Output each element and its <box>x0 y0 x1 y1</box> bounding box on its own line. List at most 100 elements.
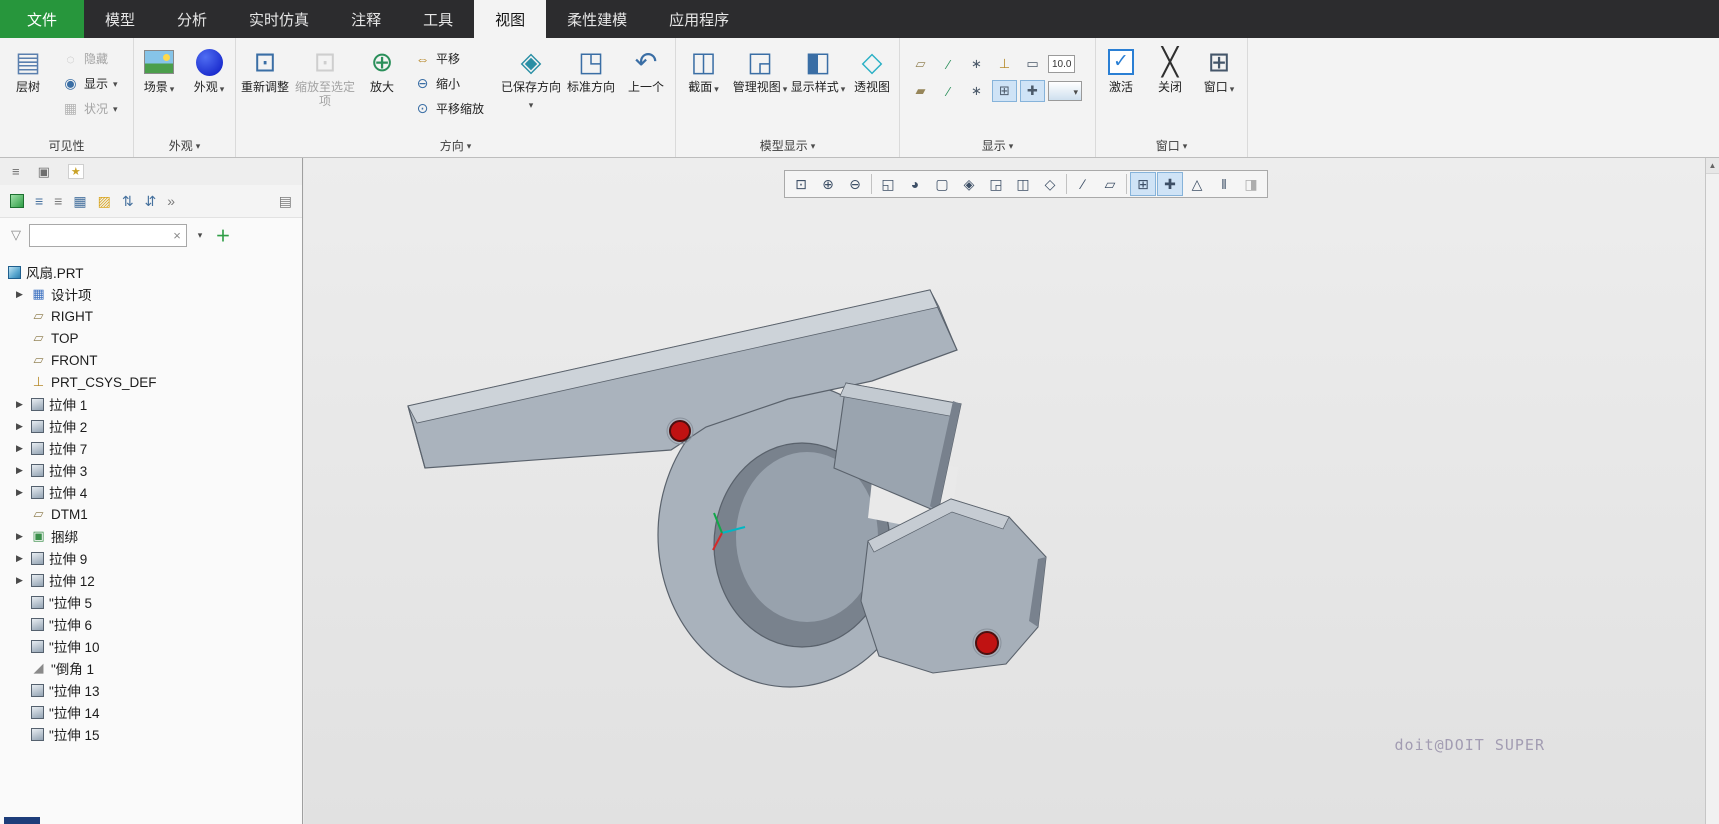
windows-button[interactable]: ⊞ 窗口 ▾ <box>1194 41 1244 96</box>
tree-item-extrude-13[interactable]: "拉伸 13 <box>0 679 302 701</box>
tolerance-value-box[interactable]: 10.0 <box>1048 55 1075 73</box>
document-icon[interactable]: ▤ <box>279 193 292 210</box>
close-window-button[interactable]: ╳ 关闭 <box>1146 41 1194 94</box>
datum-point-display-toggle[interactable]: ∗ <box>964 53 989 75</box>
tree-filter-input[interactable] <box>30 228 168 242</box>
plane-tag-display-toggle[interactable]: ▰ <box>908 80 933 102</box>
expand-arrow-icon[interactable]: ▶ <box>16 575 26 586</box>
add-filter-button[interactable]: ＋ <box>213 225 233 246</box>
hide-button[interactable]: ◌ 隐藏 <box>62 50 118 67</box>
tree-list-alt-icon[interactable]: ≡ <box>54 193 62 209</box>
expand-arrow-icon[interactable]: ▶ <box>16 443 26 454</box>
datum-axis-display-toggle[interactable]: ∕ <box>936 53 961 75</box>
spin-center-toggle[interactable]: ✚ <box>1020 80 1045 102</box>
favorites-icon[interactable]: ★ <box>68 164 84 179</box>
appearance-button[interactable]: 外观 ▾ <box>184 41 234 96</box>
show-tree-toggle-icon[interactable]: ⊞ <box>1130 172 1156 196</box>
tab-flexible-modeling[interactable]: 柔性建模 <box>546 0 648 38</box>
sort-ascending-icon[interactable]: ⇅ <box>122 193 134 210</box>
zoom-out-icon[interactable]: ⊖ <box>842 172 868 196</box>
perspective-icon[interactable]: ◇ <box>1037 172 1063 196</box>
tree-item-front-plane[interactable]: ▱ FRONT <box>0 349 302 371</box>
tab-model[interactable]: 模型 <box>84 0 156 38</box>
previous-view-button[interactable]: ↶ 上一个 <box>620 41 672 94</box>
pause-icon[interactable]: ‖ <box>1211 172 1237 196</box>
display-style-button[interactable]: ◧ 显示样式 ▾ <box>789 41 847 96</box>
tree-display-options-icon[interactable]: ≡ <box>12 164 20 179</box>
orientation-footer[interactable]: 方向 ▾ <box>236 133 675 157</box>
graphics-area[interactable]: ⊡ ⊕ ⊖ ◱ ◕ ▢ ◈ ◲ ◫ ◇ ∕ ▱ ⊞ ✚ △ ‖ ◨ doit@D… <box>304 158 1705 824</box>
scroll-up-icon[interactable]: ▲ <box>1706 158 1719 174</box>
annotation-display-toggle[interactable]: ▭ <box>1020 53 1045 75</box>
tree-list-icon[interactable]: ≡ <box>35 193 43 209</box>
tree-item-extrude-1[interactable]: ▶ 拉伸 1 <box>0 393 302 415</box>
tree-item-extrude-7[interactable]: ▶ 拉伸 7 <box>0 437 302 459</box>
last-view-icon[interactable]: ◨ <box>1238 172 1264 196</box>
filter-dropdown-icon[interactable]: ▾ <box>192 230 208 241</box>
sort-descending-icon[interactable]: ⇵ <box>145 193 157 210</box>
pan-button[interactable]: ⇔ 平移 <box>414 50 494 67</box>
expand-arrow-icon[interactable]: ▶ <box>16 399 26 410</box>
tree-item-part-root[interactable]: 风扇.PRT <box>0 261 302 283</box>
view-manager-icon[interactable]: ◲ <box>983 172 1009 196</box>
expand-arrow-icon[interactable]: ▶ <box>16 487 26 498</box>
refit-button[interactable]: ⊡ 重新调整 <box>236 41 294 94</box>
tab-applications[interactable]: 应用程序 <box>648 0 750 38</box>
perspective-button[interactable]: ◇ 透视图 <box>847 41 897 94</box>
display-style-icon[interactable]: ▢ <box>929 172 955 196</box>
tree-item-extrude-10[interactable]: "拉伸 10 <box>0 635 302 657</box>
zoom-to-selected-button[interactable]: ⊡ 缩放至选定项 <box>294 41 356 108</box>
tree-item-extrude-3[interactable]: ▶ 拉伸 3 <box>0 459 302 481</box>
tree-item-csys[interactable]: ⊥ PRT_CSYS_DEF <box>0 371 302 393</box>
overflow-chevron-icon[interactable]: » <box>167 193 175 209</box>
annotation-display-icon[interactable]: ▱ <box>1097 172 1123 196</box>
tree-item-chamfer-1[interactable]: ◢ "倒角 1 <box>0 657 302 679</box>
zoom-in-icon[interactable]: ⊕ <box>815 172 841 196</box>
manage-views-button[interactable]: ◲ 管理视图 ▾ <box>731 41 789 96</box>
zoom-region-icon[interactable]: ⊡ <box>788 172 814 196</box>
tab-analysis[interactable]: 分析 <box>156 0 228 38</box>
section-button[interactable]: ◫ 截面 ▾ <box>676 41 731 96</box>
standard-orientation-button[interactable]: ◳ 标准方向 <box>562 41 620 94</box>
tree-item-partial[interactable] <box>4 817 40 824</box>
window-footer[interactable]: 窗口 ▾ <box>1096 133 1247 157</box>
part-mode-icon[interactable] <box>10 194 24 208</box>
tree-item-design-items[interactable]: ▶ ▦ 设计项 <box>0 283 302 305</box>
tree-item-extrude-15[interactable]: "拉伸 15 <box>0 723 302 745</box>
model-display-footer[interactable]: 模型显示 ▾ <box>676 133 899 157</box>
tree-item-extrude-6[interactable]: "拉伸 6 <box>0 613 302 635</box>
clear-filter-icon[interactable]: × <box>168 228 186 243</box>
edge-color-dropdown[interactable]: ▾ <box>1048 81 1082 101</box>
expand-arrow-icon[interactable]: ▶ <box>16 289 26 300</box>
datum-csys-display-toggle[interactable]: ⊥ <box>992 53 1017 75</box>
status-button[interactable]: ▦ 状况 ▾ <box>62 100 118 117</box>
saved-orientations-button[interactable]: ◈ 已保存方向 ▾ <box>500 41 562 112</box>
expand-arrow-icon[interactable]: ▶ <box>16 531 26 542</box>
zoom-in-button[interactable]: ⊕ 放大 <box>356 41 408 94</box>
expand-arrow-icon[interactable]: ▶ <box>16 421 26 432</box>
tree-item-dtm1[interactable]: ▱ DTM1 <box>0 503 302 525</box>
show-footer[interactable]: 显示 ▾ <box>900 133 1095 157</box>
spin-center-toggle-icon[interactable]: ✚ <box>1157 172 1183 196</box>
saved-orientations-icon[interactable]: ◈ <box>956 172 982 196</box>
point-tag-display-toggle[interactable]: ∗ <box>964 80 989 102</box>
expand-arrow-icon[interactable]: ▶ <box>16 553 26 564</box>
pan-zoom-button[interactable]: ⊙ 平移缩放 <box>414 100 494 117</box>
tab-file[interactable]: 文件 <box>0 0 84 38</box>
zoom-out-button[interactable]: ⊖ 缩小 <box>414 75 494 92</box>
layer-tree-button[interactable]: ▤ 层树 <box>0 41 56 94</box>
tree-item-extrude-14[interactable]: "拉伸 14 <box>0 701 302 723</box>
folder-browser-icon[interactable]: ▨ <box>98 193 111 210</box>
datum-display-filter-icon[interactable]: ∕ <box>1070 172 1096 196</box>
tab-view[interactable]: 视图 <box>474 0 546 38</box>
scene-button[interactable]: 场景 ▾ <box>134 41 184 96</box>
tree-item-extrude-4[interactable]: ▶ 拉伸 4 <box>0 481 302 503</box>
section-icon[interactable]: ◫ <box>1010 172 1036 196</box>
appearance-footer[interactable]: 外观 ▾ <box>134 133 235 157</box>
tab-tools[interactable]: 工具 <box>402 0 474 38</box>
tree-columns-icon[interactable]: ▦ <box>73 193 86 210</box>
model-3d-view[interactable] <box>304 158 1705 824</box>
tab-live-simulation[interactable]: 实时仿真 <box>228 0 330 38</box>
select-filter-toggle[interactable]: ⊞ <box>992 80 1017 102</box>
tree-item-right-plane[interactable]: ▱ RIGHT <box>0 305 302 327</box>
